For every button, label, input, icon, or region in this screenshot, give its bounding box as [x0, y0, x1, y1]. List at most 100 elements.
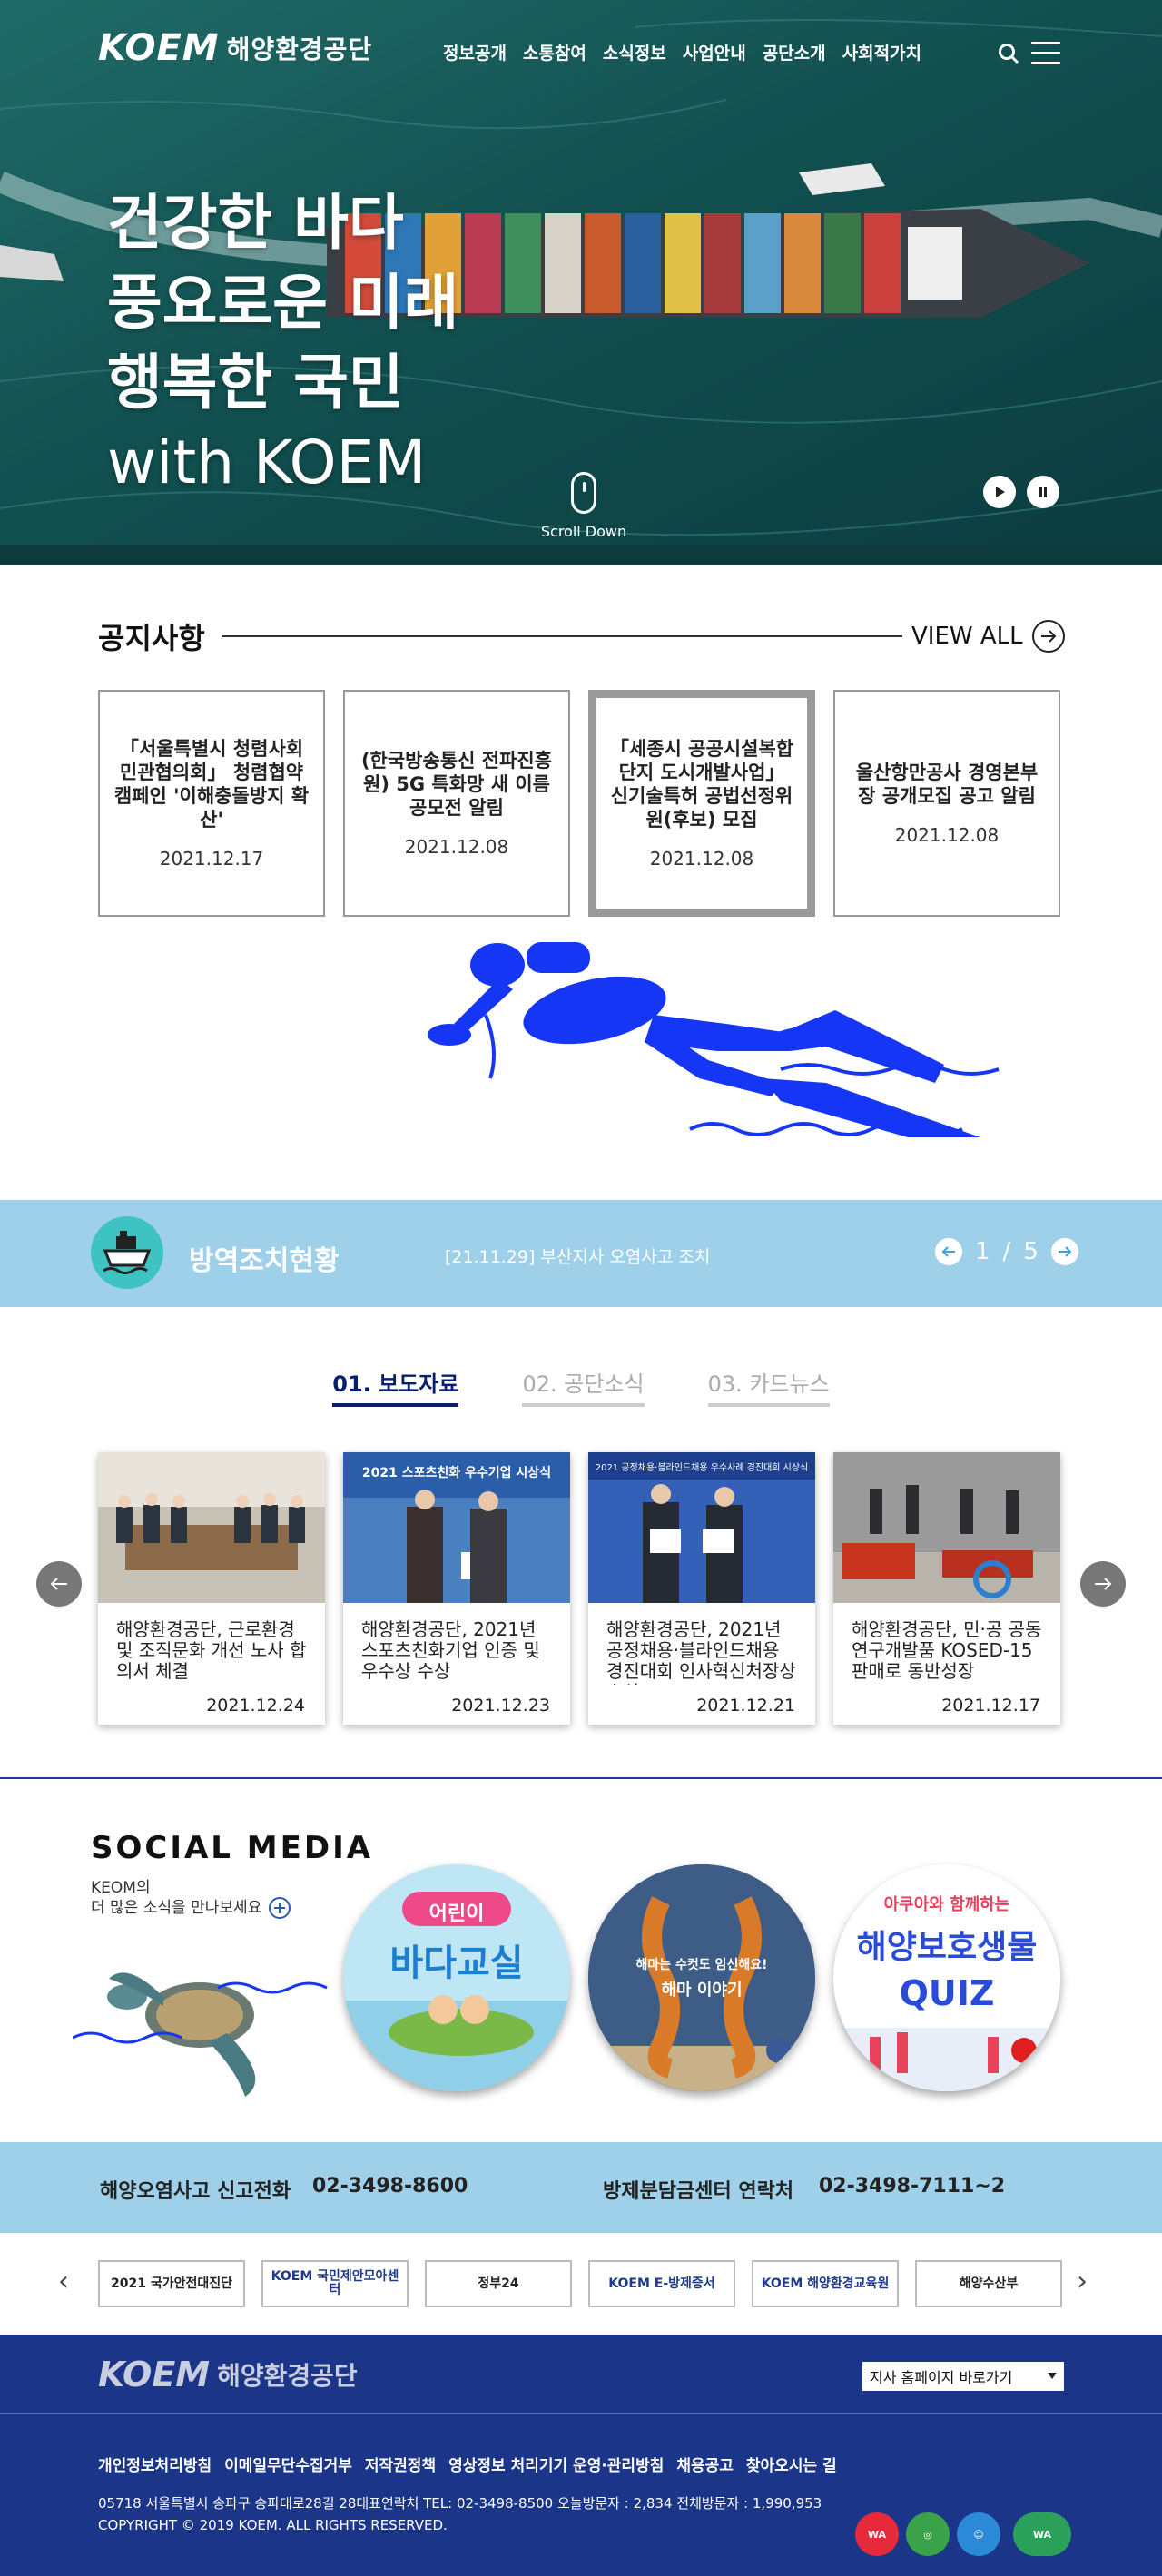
report-phone-1[interactable]: 02-3498-8600: [312, 2175, 468, 2197]
social-seahorse-story[interactable]: 해마는 수컷도 임신해요! 해마 이야기: [588, 1864, 815, 2091]
notice-card-date: 2021.12.08: [894, 824, 1000, 846]
notice-card-date: 2021.12.08: [649, 848, 754, 870]
footer-links: 개인정보처리방침 이메일무단수집거부 저작권정책 영상정보 처리기기 운영·관리…: [98, 2453, 837, 2475]
hamburger-menu-icon[interactable]: [1031, 42, 1060, 65]
news-card-date: 2021.12.21: [696, 1696, 795, 1716]
report-label-2: 방제분담금센터 연락처: [603, 2180, 794, 2203]
mouse-icon: [571, 472, 596, 514]
news-card-date: 2021.12.17: [941, 1696, 1040, 1716]
notice-card[interactable]: 「서울특별시 청렴사회 민관협의회」 청렴협약 캠페인 '이해충돌방지 확산' …: [98, 690, 325, 917]
social-item-top: 어린이: [428, 1903, 485, 1925]
tab-agency-news[interactable]: 02. 공단소식: [522, 1366, 645, 1407]
banner-next-icon[interactable]: ›: [1077, 2266, 1088, 2297]
news-card-title: 해양환경공단, 근로환경 및 조직문화 개선 노사 합의서 체결: [116, 1618, 307, 1682]
notice-title: 공지사항: [98, 621, 205, 655]
branch-site-select[interactable]: 지사 홈페이지 바로가기: [862, 2362, 1064, 2391]
slogan-line-3: 행복한 국민: [107, 348, 404, 418]
news-card[interactable]: 2021 스포츠친화 우수기업 시상식 해양환경공단, 2021년 스포츠친화기…: [343, 1452, 570, 1725]
play-button[interactable]: [983, 476, 1016, 508]
play-icon: [996, 487, 1005, 497]
scroll-down-indicator[interactable]: Scroll Down: [534, 472, 634, 540]
report-phone-2[interactable]: 02-3498-7111~2: [819, 2175, 1005, 2197]
banner-ministry-oceans[interactable]: 해양수산부: [915, 2260, 1062, 2307]
notice-card-title: 「세종시 공공시설복합단지 도시개발사업」 신기술특허 공법선정위원(후보) 모…: [609, 738, 794, 831]
menu-item-communication[interactable]: 소통참여: [523, 40, 586, 64]
social-marine-species-quiz[interactable]: 아쿠아와 함께하는 해양보호생물 QUIZ: [833, 1864, 1060, 2091]
banner-koem-education[interactable]: KOEM 해양환경교육원: [752, 2260, 899, 2307]
banner-koem-proposal-center[interactable]: KOEM 국민제안모아센터: [261, 2260, 409, 2307]
cert-web-accessibility-icon[interactable]: WA: [1013, 2512, 1071, 2556]
menu-item-business[interactable]: 사업안내: [683, 40, 746, 64]
pager-separator: /: [1002, 1238, 1011, 1265]
footer-link-email-refusal[interactable]: 이메일무단수집거부: [224, 2453, 352, 2475]
social-item-main: 해마 이야기: [661, 1981, 743, 2000]
quarantine-title: 방역조치현황: [189, 1245, 340, 1277]
notice-card-date: 2021.12.17: [159, 848, 264, 870]
footer-link-cctv[interactable]: 영상정보 처리기기 운영·관리방침: [448, 2453, 664, 2475]
news-photo: 2021 공정채용·블라인드채용 우수사례 경진대회 시상식: [588, 1452, 815, 1603]
arrow-right-icon: [1031, 620, 1065, 653]
social-item-sub: QUIZ: [899, 1973, 995, 2013]
footer-address-line: 05718 서울특별시 송파구 송파대로28길 28대표연락처 TEL: 02-…: [98, 2495, 822, 2512]
news-card[interactable]: 해양환경공단, 민·공 공동연구개발품 KOSED-15 판매로 동반성장 20…: [833, 1452, 1060, 1725]
tab-press-release[interactable]: 01. 보도자료: [332, 1366, 459, 1407]
banner-national-safety[interactable]: 2021 국가안전대진단: [98, 2260, 245, 2307]
social-subtitle-line-2: 더 많은 소식을 만나보세요: [91, 1899, 262, 1917]
footer-logo-ko: 해양환경공단: [217, 2361, 358, 2391]
news-card[interactable]: 2021 공정채용·블라인드채용 우수사례 경진대회 시상식 해양환경공단, 2…: [588, 1452, 815, 1725]
social-media-subtitle[interactable]: KEOM의 더 많은 소식을 만나보세요: [91, 1879, 291, 1919]
report-label-1: 해양오염사고 신고전화: [100, 2180, 291, 2203]
view-all-link[interactable]: VIEW ALL: [911, 620, 1065, 653]
social-media-title: SOCIAL MEDIA: [91, 1830, 374, 1866]
news-card[interactable]: 해양환경공단, 근로환경 및 조직문화 개선 노사 합의서 체결 2021.12…: [98, 1452, 325, 1725]
notice-card[interactable]: (한국방송통신 전파진흥원) 5G 특화망 새 이름 공모전 알림 2021.1…: [343, 690, 570, 917]
cert-people-icon[interactable]: ☺: [957, 2512, 1000, 2556]
news-card-title: 해양환경공단, 2021년 스포츠친화기업 인증 및 우수상 수상: [361, 1618, 540, 1682]
menu-item-info[interactable]: 정보공개: [443, 40, 507, 64]
footer-divider: [0, 2413, 1162, 2414]
pause-button[interactable]: [1027, 476, 1059, 508]
menu-item-news[interactable]: 소식정보: [603, 40, 666, 64]
next-arrow-icon[interactable]: [1050, 1238, 1078, 1265]
quarantine-text[interactable]: [21.11.29] 부산지사 오염사고 조치: [445, 1244, 710, 1268]
logo-ko: 해양환경공단: [226, 34, 373, 64]
logo-en: KOEM: [98, 27, 220, 69]
banner-prev-icon[interactable]: ‹: [58, 2266, 69, 2297]
footer-logo[interactable]: KOEM 해양환경공단: [98, 2355, 358, 2394]
footer-link-privacy[interactable]: 개인정보처리방침: [98, 2453, 212, 2475]
prev-arrow-icon[interactable]: [935, 1238, 962, 1265]
notice-divider: [222, 635, 902, 637]
chevron-down-icon: [1048, 2373, 1057, 2379]
plus-icon[interactable]: [269, 1897, 291, 1919]
menu-item-about[interactable]: 공단소개: [763, 40, 826, 64]
logo[interactable]: KOEM 해양환경공단: [98, 27, 372, 69]
news-card-title: 해양환경공단, 민·공 공동연구개발품 KOSED-15 판매로 동반성장: [852, 1618, 1042, 1682]
menu-item-social-value[interactable]: 사회적가치: [842, 40, 921, 64]
footer-link-copyright[interactable]: 저작권정책: [365, 2453, 436, 2475]
scroll-down-label: Scroll Down: [540, 523, 627, 540]
cert-wa-icon[interactable]: WA: [855, 2512, 899, 2556]
footer-logo-en: KOEM: [98, 2355, 211, 2394]
tab-card-news[interactable]: 03. 카드뉴스: [707, 1366, 830, 1407]
banner-koem-certificate[interactable]: KOEM E-방제증서: [588, 2260, 735, 2307]
news-card-date: 2021.12.24: [206, 1696, 305, 1716]
page: KOEM 해양환경공단 정보공개 소통참여 소식정보 사업안내 공단소개 사회적…: [0, 0, 1162, 2576]
notice-card-active[interactable]: 「세종시 공공시설복합단지 도시개발사업」 신기술특허 공법선정위원(후보) 모…: [588, 690, 815, 917]
footer-link-recruit[interactable]: 채용공고: [676, 2453, 734, 2475]
cert-globe-icon[interactable]: ◎: [906, 2512, 950, 2556]
banner-gov24[interactable]: 정부24: [425, 2260, 572, 2307]
social-kids-ocean-class[interactable]: 어린이 바다교실: [343, 1864, 570, 2091]
pager-total: 5: [1023, 1238, 1039, 1265]
notice-card-date: 2021.12.08: [404, 836, 509, 858]
social-item-top: 해마는 수컷도 임신해요!: [635, 1958, 768, 1972]
footer-link-directions[interactable]: 찾아오시는 길: [746, 2453, 837, 2475]
news-next-button[interactable]: [1080, 1561, 1126, 1607]
news-prev-button[interactable]: [36, 1561, 82, 1607]
branch-site-select-label: 지사 홈페이지 바로가기: [870, 2369, 1013, 2386]
slogan-line-4: with KOEM: [107, 428, 427, 497]
pager-current: 1: [975, 1238, 990, 1265]
quarantine-pager: 1 / 5: [935, 1238, 1078, 1265]
pause-icon: [1039, 487, 1047, 497]
notice-card[interactable]: 울산항만공사 경영본부장 공개모집 공고 알림 2021.12.08: [833, 690, 1060, 917]
search-icon[interactable]: [997, 42, 1020, 65]
